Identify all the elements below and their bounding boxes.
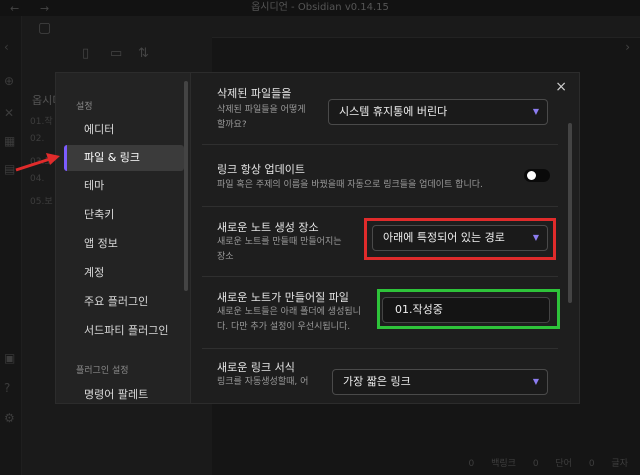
- toggle-knob: [527, 171, 536, 180]
- settings-icon[interactable]: ⚙: [4, 411, 15, 425]
- section-plugin-settings: 플러그인 설정: [76, 366, 129, 376]
- file-item[interactable]: 04.: [30, 174, 44, 184]
- word-count: 0 단어: [532, 459, 572, 469]
- sidebar-item-about[interactable]: 앱 정보: [64, 231, 184, 257]
- setting-deleted-files: 삭제된 파일들을 삭제된 파일들을 어떻게 할까요? 시스템 휴지통에 버린다 …: [202, 73, 558, 145]
- select-value: 가장 짧은 링크: [343, 375, 411, 388]
- setting-name: 삭제된 파일들을: [217, 87, 292, 100]
- sidebar-item-command-palette[interactable]: 명령어 팔레트: [64, 382, 184, 403]
- select-value: 시스템 휴지통에 버린다: [339, 105, 448, 118]
- sidebar-item-community-plugins[interactable]: 서드파티 플러그인: [64, 318, 184, 344]
- sidebar-item-files-links[interactable]: 파일 & 링크: [64, 145, 184, 171]
- file-item[interactable]: 02.: [30, 134, 44, 144]
- obsidian-app: ← → 옵시디언 - Obsidian v0.14.15 ‹ ⊕ ✕ ▦ ▤ ▣…: [0, 0, 640, 475]
- file-item[interactable]: 01.작: [30, 114, 53, 127]
- status-bar: 0 백링크 0 단어 0 글자: [469, 456, 629, 469]
- setting-name: 링크 항상 업데이트: [217, 163, 305, 176]
- left-ribbon: ‹ ⊕ ✕ ▦ ▤ ▣ ? ⚙: [0, 16, 22, 475]
- back-icon[interactable]: ←: [10, 1, 19, 17]
- right-collapse-icon[interactable]: ›: [625, 40, 630, 54]
- collapse-icon[interactable]: ‹: [4, 40, 9, 54]
- vault-icon[interactable]: ▣: [4, 351, 15, 365]
- backlinks-count: 0 백링크: [468, 459, 516, 469]
- content-scrollbar[interactable]: [568, 123, 572, 303]
- deleted-files-select[interactable]: 시스템 휴지통에 버린다 ▼: [328, 99, 548, 125]
- setting-desc: 다. 다만 추가 설정이 우선시됩니다.: [217, 322, 351, 332]
- folder-icon[interactable]: ▢: [38, 20, 51, 36]
- tools-icon[interactable]: ✕: [4, 106, 14, 120]
- sidebar-scrollbar[interactable]: [184, 81, 188, 291]
- red-highlight-box: [364, 218, 556, 260]
- setting-name: 새로운 노트 생성 장소: [217, 221, 319, 234]
- file-item[interactable]: 05.보: [30, 194, 53, 207]
- setting-desc: 새로운 노트를 만들때 만들어지는: [217, 237, 342, 247]
- new-folder-icon[interactable]: ▭: [110, 46, 122, 61]
- new-note-icon[interactable]: ▯: [82, 46, 89, 61]
- auto-update-links-toggle[interactable]: [524, 169, 550, 182]
- settings-sidebar: 설정 에디터 파일 & 링크 테마 단축키 앱 정보 계정 주요 플러그인 서드…: [56, 73, 191, 403]
- setting-desc: 할까요?: [217, 120, 247, 130]
- new-link-format-select[interactable]: 가장 짧은 링크 ▼: [332, 369, 548, 395]
- sidebar-item-theme[interactable]: 테마: [64, 173, 184, 199]
- setting-desc: 링크를 자동생성할때, 어: [217, 377, 309, 387]
- sort-icon[interactable]: ⇅: [138, 46, 149, 61]
- title-bar: ← → 옵시디언 - Obsidian v0.14.15: [0, 0, 640, 16]
- setting-desc: 파일 혹은 주제의 이름을 바꿨을때 자동으로 링크들을 업데이트 합니다.: [217, 180, 483, 190]
- chevron-down-icon: ▼: [532, 377, 539, 386]
- graph-icon[interactable]: ⊕: [4, 74, 14, 88]
- sidebar-item-hotkeys[interactable]: 단축키: [64, 202, 184, 228]
- section-settings: 설정: [76, 102, 93, 112]
- setting-name: 새로운 노트가 만들어질 파일: [217, 291, 349, 304]
- calendar-icon[interactable]: ▦: [4, 134, 15, 148]
- sidebar-item-core-plugins[interactable]: 주요 플러그인: [64, 289, 184, 315]
- setting-new-link-format: 새로운 링크 서식 링크를 자동생성할때, 어 가장 짧은 링크 ▼: [202, 349, 558, 403]
- sidebar-item-account[interactable]: 계정: [64, 260, 184, 286]
- green-highlight-box: [377, 289, 560, 329]
- setting-desc: 삭제된 파일들을 어떻게: [217, 105, 306, 115]
- sidebar-item-editor[interactable]: 에디터: [64, 117, 184, 143]
- chevron-down-icon: ▼: [532, 107, 539, 116]
- setting-name: 새로운 링크 서식: [217, 361, 295, 374]
- setting-auto-update-links: 링크 항상 업데이트 파일 혹은 주제의 이름을 바꿨을때 자동으로 링크들을 …: [202, 145, 558, 207]
- char-count: 0 글자: [588, 459, 628, 469]
- forward-icon[interactable]: →: [40, 1, 49, 17]
- help-icon[interactable]: ?: [4, 381, 10, 395]
- window-title: 옵시디언 - Obsidian v0.14.15: [251, 2, 389, 13]
- red-arrow-annotation: [15, 153, 60, 172]
- setting-desc: 장소: [217, 252, 234, 262]
- setting-desc: 새로운 노트들은 아래 폴더에 생성됩니: [217, 307, 361, 317]
